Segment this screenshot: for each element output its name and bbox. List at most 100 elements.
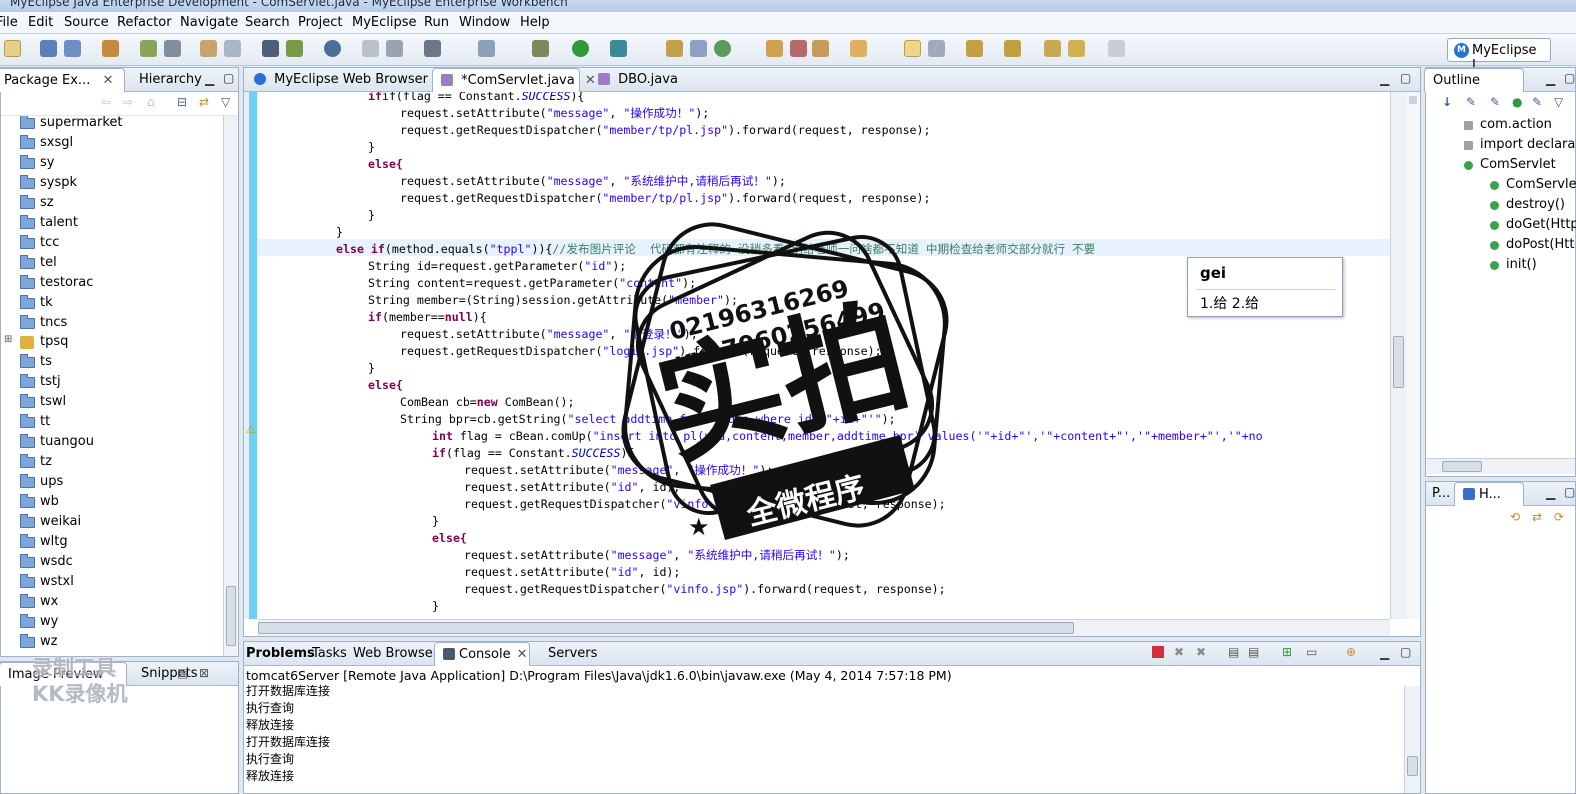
- deploy-icon[interactable]: [224, 40, 241, 57]
- up-nav-icon[interactable]: ⌂: [147, 95, 155, 109]
- prev-annotation-icon[interactable]: [1004, 40, 1021, 57]
- tab-dbo[interactable]: DBO.java: [590, 68, 686, 92]
- tree-item[interactable]: wx: [1, 593, 223, 613]
- tree-item[interactable]: testorac: [1, 274, 223, 294]
- folder-icon[interactable]: [850, 40, 867, 57]
- tree-item[interactable]: ⊞ tpsq: [1, 333, 223, 353]
- editor-horizontal-scrollbar[interactable]: [258, 619, 1390, 636]
- outline-hscrollbar[interactable]: [1426, 458, 1575, 474]
- save-all-icon[interactable]: [64, 40, 81, 57]
- package-tree-scroll-thumb[interactable]: [226, 586, 236, 646]
- history-icon[interactable]: ⇄: [1532, 510, 1542, 524]
- tree-item[interactable]: tt: [1, 413, 223, 433]
- close-icon[interactable]: ✕: [517, 647, 528, 662]
- editor-vertical-scrollbar[interactable]: [1390, 92, 1406, 619]
- tab-servers[interactable]: Servers: [540, 642, 605, 666]
- collapse-all-icon[interactable]: ⊟: [177, 95, 187, 109]
- outline-item[interactable]: import declarat: [1428, 136, 1576, 156]
- run-icon[interactable]: [572, 40, 589, 57]
- menu-refactor[interactable]: Refactor: [117, 15, 172, 30]
- tree-item[interactable]: ts: [1, 353, 223, 373]
- menu-myeclipse[interactable]: MyEclipse: [352, 15, 417, 30]
- console-scrollbar[interactable]: [1404, 686, 1420, 793]
- tree-item[interactable]: tz: [1, 453, 223, 473]
- minimize-icon[interactable]: ▁: [1380, 646, 1389, 660]
- remove-launch-icon[interactable]: ✖: [1174, 645, 1184, 659]
- hide-fields-icon[interactable]: ✎: [1466, 95, 1476, 109]
- next-annotation-icon[interactable]: [966, 40, 983, 57]
- wizard-icon[interactable]: [200, 40, 217, 57]
- zoom-actual-icon[interactable]: ⊠: [199, 666, 209, 680]
- outline-item[interactable]: doGet(Http: [1428, 216, 1576, 236]
- terminal-icon[interactable]: [424, 40, 441, 57]
- menu-project[interactable]: Project: [298, 15, 342, 30]
- hide-static-icon[interactable]: ✎: [1490, 95, 1500, 109]
- hide-nonpublic-icon[interactable]: ●: [1512, 95, 1522, 109]
- tree-item[interactable]: tuangou: [1, 433, 223, 453]
- tree-item[interactable]: weikai: [1, 513, 223, 533]
- ime-candidates[interactable]: 1.给 2.给: [1200, 293, 1259, 313]
- maximize-icon[interactable]: ▢: [1400, 71, 1411, 85]
- outline-item[interactable]: com.action: [1428, 116, 1576, 136]
- remove-all-icon[interactable]: ✖: [1196, 645, 1206, 659]
- cut-icon[interactable]: [362, 40, 379, 57]
- outline-item[interactable]: ComServle: [1428, 176, 1576, 196]
- tree-item[interactable]: ups: [1, 473, 223, 493]
- package-tree-scrollbar[interactable]: [223, 116, 238, 656]
- tree-item[interactable]: tstj: [1, 373, 223, 393]
- tree-item[interactable]: tncs: [1, 314, 223, 334]
- refresh-hierarchy-icon[interactable]: ⟲: [1510, 510, 1520, 524]
- tree-item[interactable]: supermarket: [1, 116, 223, 134]
- open-type-icon[interactable]: [262, 40, 279, 57]
- minimize-icon[interactable]: ▁: [1546, 72, 1555, 86]
- outline-hscroll-thumb[interactable]: [1442, 461, 1482, 472]
- tab-package-explorer[interactable]: Package Ex... ✕: [0, 68, 125, 92]
- tree-item[interactable]: tcc: [1, 234, 223, 254]
- hide-local-types-icon[interactable]: ✎: [1532, 95, 1542, 109]
- pin-console-icon[interactable]: ⊞: [1282, 645, 1292, 659]
- tab-comservlet[interactable]: *ComServlet.java ✕: [432, 68, 596, 92]
- terminate-icon[interactable]: [1152, 646, 1164, 658]
- menu-edit[interactable]: Edit: [28, 15, 53, 30]
- maximize-icon[interactable]: ▢: [1564, 485, 1575, 499]
- maximize-icon[interactable]: ▢: [1564, 71, 1575, 85]
- view-menu-icon[interactable]: ▽: [221, 95, 230, 109]
- tab-h[interactable]: H...: [1454, 482, 1524, 506]
- maximize-icon[interactable]: ▢: [1400, 645, 1411, 659]
- tree-item[interactable]: sxsgl: [1, 134, 223, 154]
- tree-item[interactable]: syspk: [1, 174, 223, 194]
- tab-hierarchy[interactable]: Hierarchy: [131, 68, 210, 92]
- tree-item[interactable]: tswl: [1, 393, 223, 413]
- menu-search[interactable]: Search: [245, 15, 290, 30]
- open-console-icon[interactable]: ⊕: [1346, 645, 1356, 659]
- tree-item[interactable]: wltg: [1, 533, 223, 553]
- clear-console-icon[interactable]: ▤: [1228, 645, 1239, 659]
- toggle-mark-icon[interactable]: [928, 40, 945, 57]
- save-icon[interactable]: [40, 40, 57, 57]
- menu-run[interactable]: Run: [424, 15, 449, 30]
- expand-icon[interactable]: ⊞: [4, 334, 12, 345]
- debug-icon[interactable]: [532, 40, 549, 57]
- copy-icon[interactable]: [386, 40, 403, 57]
- debug-config-icon[interactable]: [140, 40, 157, 57]
- tree-item[interactable]: wb: [1, 493, 223, 513]
- tree-item[interactable]: wy: [1, 613, 223, 633]
- minimize-icon[interactable]: ▁: [1380, 72, 1389, 86]
- tree-item[interactable]: wsdc: [1, 553, 223, 573]
- menu-file[interactable]: File: [0, 15, 18, 30]
- tree-item[interactable]: tel: [1, 254, 223, 274]
- pencil-icon[interactable]: [790, 40, 807, 57]
- tree-item[interactable]: sy: [1, 154, 223, 174]
- server-icon[interactable]: [164, 40, 181, 57]
- back-icon[interactable]: [1068, 40, 1085, 57]
- new-java-icon[interactable]: [478, 40, 495, 57]
- tab-outline[interactable]: Outline: [1424, 68, 1524, 92]
- close-icon[interactable]: ✕: [102, 73, 113, 88]
- tab-web-browser-view[interactable]: Web Browser: [345, 642, 446, 666]
- menu-navigate[interactable]: Navigate: [180, 15, 238, 30]
- build-icon[interactable]: [102, 40, 119, 57]
- last-edit-icon[interactable]: [1044, 40, 1061, 57]
- outline-item[interactable]: destroy(): [1428, 196, 1576, 216]
- link-editor-icon[interactable]: ⇄: [199, 95, 209, 109]
- globe-icon[interactable]: [324, 40, 341, 57]
